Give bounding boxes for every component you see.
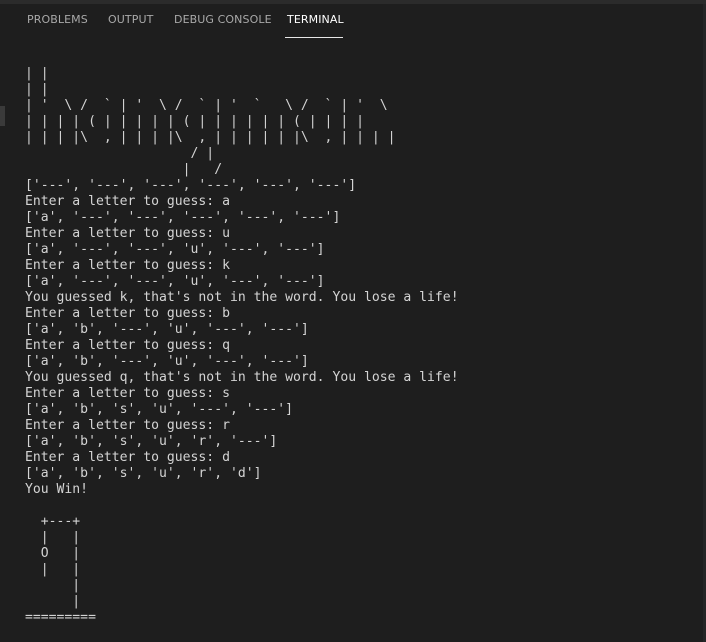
terminal-line: | | <box>25 530 81 545</box>
terminal-line: ['a', 'b', 's', 'u', 'r', '---'] <box>25 434 278 449</box>
terminal-line: ['a', 'b', 's', 'u', 'r', 'd'] <box>25 466 262 481</box>
terminal-line: Enter a letter to guess: r <box>25 418 230 433</box>
terminal-line: ['a', '---', '---', '---', '---', '---'] <box>25 210 341 225</box>
terminal-line: / | <box>25 146 215 161</box>
tab-debug-console[interactable]: DEBUG CONSOLE <box>174 13 272 26</box>
tab-terminal[interactable]: TERMINAL <box>287 13 344 26</box>
terminal-line: ['a', 'b', '---', 'u', '---', '---'] <box>25 354 309 369</box>
terminal-line: ['a', 'b', 's', 'u', '---', '---'] <box>25 402 294 417</box>
active-tab-indicator <box>285 37 343 38</box>
terminal-line: ['a', 'b', '---', 'u', '---', '---'] <box>25 322 309 337</box>
terminal-line: | / <box>25 162 223 177</box>
terminal-line: You Win! <box>25 482 89 497</box>
terminal-line: You guessed q, that's not in the word. Y… <box>25 370 459 385</box>
terminal-line: ['a', '---', '---', 'u', '---', '---'] <box>25 242 325 257</box>
terminal-line: | | | | ( | | | | | ( | | | | | | ( | | … <box>25 114 364 129</box>
terminal-line: You guessed k, that's not in the word. Y… <box>25 290 459 305</box>
terminal-line: ['---', '---', '---', '---', '---', '---… <box>25 178 357 193</box>
terminal-line: | ' \ / ` | ' \ / ` | ' ` \ / ` | ' \ <box>25 98 388 113</box>
terminal-line: ========= <box>25 610 96 625</box>
terminal-line: | | <box>25 562 81 577</box>
terminal-line: | | <box>25 66 49 81</box>
terminal-output[interactable]: | | | | | ' \ / ` | ' \ / ` | ' ` \ / ` … <box>25 66 695 628</box>
terminal-line: | | <box>25 82 49 97</box>
panel-tab-bar: PROBLEMS OUTPUT DEBUG CONSOLE TERMINAL <box>0 4 706 38</box>
terminal-line: | <box>25 594 81 609</box>
gutter-marker <box>0 106 5 126</box>
terminal-line: O | <box>25 546 81 561</box>
tab-problems[interactable]: PROBLEMS <box>27 13 88 26</box>
terminal-line: | <box>25 578 81 593</box>
terminal-line: +---+ <box>25 514 81 529</box>
terminal-line: Enter a letter to guess: k <box>25 258 230 273</box>
terminal-line: ['a', '---', '---', 'u', '---', '---'] <box>25 274 325 289</box>
tab-output[interactable]: OUTPUT <box>108 13 153 26</box>
terminal-line: Enter a letter to guess: s <box>25 386 230 401</box>
terminal-line: Enter a letter to guess: d <box>25 450 230 465</box>
terminal-line: Enter a letter to guess: q <box>25 338 230 353</box>
terminal-line: Enter a letter to guess: u <box>25 226 230 241</box>
terminal-line: Enter a letter to guess: a <box>25 194 230 209</box>
terminal-line: | | | |\ , | | | |\ , | | | | | |\ , | |… <box>25 130 396 145</box>
terminal-line: Enter a letter to guess: b <box>25 306 230 321</box>
